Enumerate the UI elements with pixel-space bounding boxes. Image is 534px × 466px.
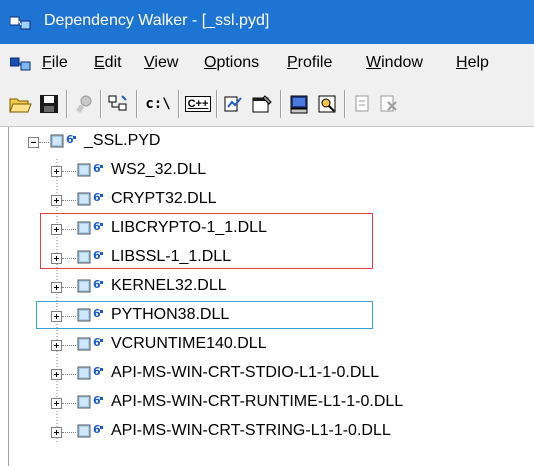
tree-connector	[62, 345, 76, 346]
view-full-paths-icon[interactable]	[106, 91, 132, 117]
module-icon: 6	[77, 161, 107, 181]
module-icon: 6	[77, 219, 107, 239]
tree-module-row[interactable]: 6 VCRUNTIME140.DLL	[0, 332, 534, 358]
module-icon: 6	[77, 364, 107, 384]
root-module-label[interactable]: _SSL.PYD	[84, 132, 160, 150]
tree-module-row[interactable]: 6 API-MS-WIN-CRT-STDIO-L1-1-0.DLL	[0, 361, 534, 387]
module-icon: 6	[77, 277, 107, 297]
menu-file[interactable]: File	[42, 54, 68, 72]
tree-connector	[62, 287, 76, 288]
menu-view[interactable]: View	[144, 54, 178, 72]
menu-edit[interactable]: Edit	[94, 54, 122, 72]
toolbar-separator	[66, 90, 68, 118]
module-label[interactable]: LIBSSL-1_1.DLL	[111, 248, 231, 266]
svg-text:6: 6	[93, 423, 101, 436]
tree-root-module[interactable]: 6 _SSL.PYD	[0, 129, 534, 155]
tree-module-row[interactable]: 6 LIBCRYPTO-1_1.DLL	[0, 216, 534, 242]
svg-text:6: 6	[66, 133, 74, 146]
tree-module-row[interactable]: 6 KERNEL32.DLL	[0, 274, 534, 300]
tree-module-row[interactable]: 6 WS2_32.DLL	[0, 158, 534, 184]
system-info-icon[interactable]	[286, 91, 312, 117]
tree-connector	[62, 200, 76, 201]
svg-text:6: 6	[93, 365, 101, 378]
cpp-undecorate-button[interactable]: C++	[184, 91, 212, 117]
expand-toggle-icon[interactable]	[51, 166, 62, 177]
copy-icon[interactable]	[350, 91, 376, 117]
tree-module-row[interactable]: 6 CRYPT32.DLL	[0, 187, 534, 213]
menu-help[interactable]: Help	[456, 54, 489, 72]
module-label[interactable]: CRYPT32.DLL	[111, 190, 217, 208]
cpp-undecorate-label: C++	[184, 96, 212, 112]
module-label[interactable]: WS2_32.DLL	[111, 161, 206, 179]
tree-connector	[62, 316, 76, 317]
toolbar: c:\ C++	[0, 82, 534, 127]
toolbar-separator	[344, 90, 346, 118]
tree-connector	[62, 258, 76, 259]
expand-toggle-icon[interactable]	[51, 311, 62, 322]
svg-text:6: 6	[93, 336, 101, 349]
expand-toggle-icon[interactable]	[51, 253, 62, 264]
tree-module-row[interactable]: 6 API-MS-WIN-CRT-STRING-L1-1-0.DLL	[0, 419, 534, 445]
tree-connector	[39, 142, 49, 143]
expand-toggle-icon[interactable]	[51, 369, 62, 380]
open-folder-icon[interactable]	[8, 91, 34, 117]
expand-toggle-icon[interactable]	[51, 282, 62, 293]
module-label[interactable]: API-MS-WIN-CRT-STDIO-L1-1-0.DLL	[111, 364, 379, 382]
svg-text:6: 6	[93, 191, 101, 204]
find-icon[interactable]	[72, 91, 98, 117]
svg-text:6: 6	[93, 220, 101, 233]
toolbar-separator	[136, 90, 138, 118]
module-label[interactable]: KERNEL32.DLL	[111, 277, 227, 295]
menu-options[interactable]: Options	[204, 54, 259, 72]
save-icon[interactable]	[36, 91, 62, 117]
module-label[interactable]: API-MS-WIN-CRT-RUNTIME-L1-1-0.DLL	[111, 393, 403, 411]
module-label[interactable]: API-MS-WIN-CRT-STRING-L1-1-0.DLL	[111, 422, 391, 440]
svg-text:6: 6	[93, 162, 101, 175]
find-module-icon[interactable]	[314, 91, 340, 117]
expand-toggle-icon[interactable]	[51, 224, 62, 235]
window-title: Dependency Walker - [_ssl.pyd]	[44, 12, 270, 29]
dependency-walker-app-icon	[10, 16, 31, 30]
module-label[interactable]: LIBCRYPTO-1_1.DLL	[111, 219, 267, 237]
menu-bar: File Edit View Options Profile Window He…	[0, 44, 534, 82]
tree-module-row[interactable]: 6 LIBSSL-1_1.DLL	[0, 245, 534, 271]
expand-toggle-icon[interactable]	[51, 195, 62, 206]
tree-connector	[62, 171, 76, 172]
document-system-menu-icon[interactable]	[10, 56, 32, 72]
module-icon: 6	[77, 393, 107, 413]
close-icon[interactable]	[376, 91, 402, 117]
module-icon: 6	[77, 190, 107, 210]
toolbar-separator	[178, 90, 180, 118]
module-label[interactable]: VCRUNTIME140.DLL	[111, 335, 267, 353]
tree-module-row[interactable]: 6 PYTHON38.DLL	[0, 303, 534, 329]
expand-toggle-icon[interactable]	[51, 340, 62, 351]
tree-connector	[62, 432, 76, 433]
svg-text:6: 6	[93, 278, 101, 291]
full-paths-button[interactable]: c:\	[142, 91, 174, 117]
properties-icon[interactable]	[250, 91, 276, 117]
tree-connector	[62, 403, 76, 404]
expand-toggle-icon[interactable]	[51, 398, 62, 409]
module-icon: 6	[77, 306, 107, 326]
svg-text:6: 6	[93, 249, 101, 262]
menu-window[interactable]: Window	[366, 54, 423, 72]
title-bar[interactable]: Dependency Walker - [_ssl.pyd]	[0, 0, 534, 44]
tree-connector	[62, 374, 76, 375]
module-icon: 6	[50, 132, 80, 152]
module-icon: 6	[77, 335, 107, 355]
module-label[interactable]: PYTHON38.DLL	[111, 306, 229, 324]
toolbar-separator	[216, 90, 218, 118]
module-icon: 6	[77, 422, 107, 442]
auto-expand-icon[interactable]	[222, 91, 248, 117]
toolbar-separator	[100, 90, 102, 118]
toolbar-separator	[280, 90, 282, 118]
tree-module-row[interactable]: 6 API-MS-WIN-CRT-RUNTIME-L1-1-0.DLL	[0, 390, 534, 416]
expand-toggle-icon[interactable]	[51, 427, 62, 438]
svg-text:6: 6	[93, 394, 101, 407]
tree-connector	[62, 229, 76, 230]
module-icon: 6	[77, 248, 107, 268]
svg-text:6: 6	[93, 307, 101, 320]
collapse-toggle-icon[interactable]	[28, 137, 39, 148]
menu-profile[interactable]: Profile	[287, 54, 332, 72]
